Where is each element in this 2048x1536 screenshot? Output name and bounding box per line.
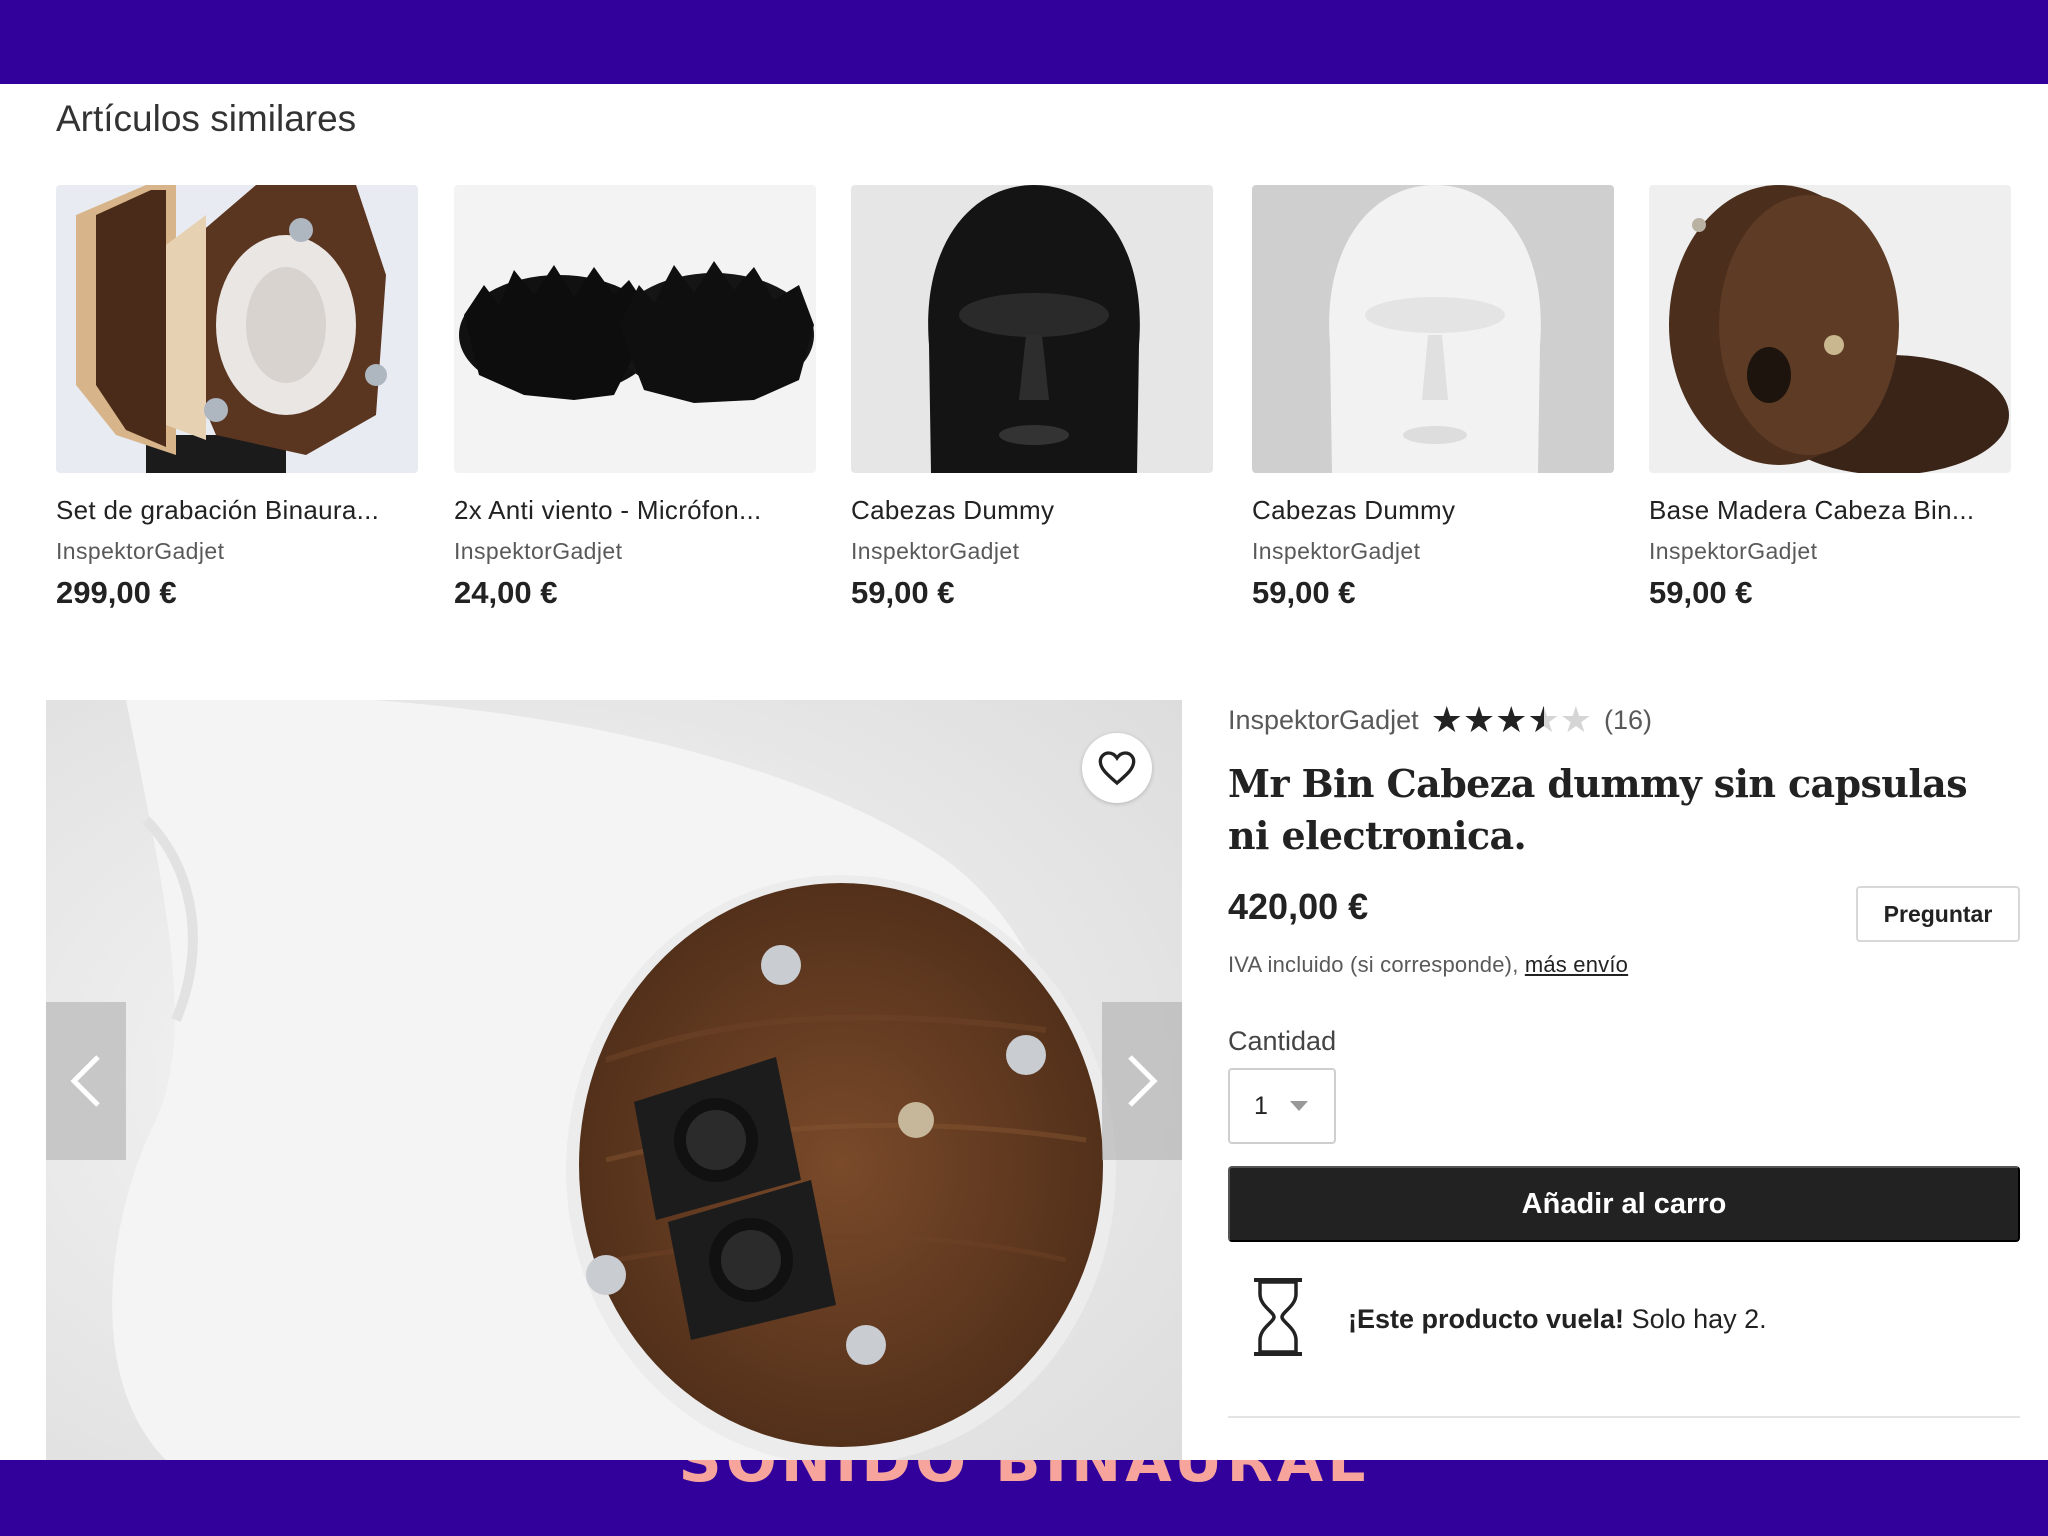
similar-item-price: 59,00 € <box>1252 575 1356 610</box>
vat-text: IVA incluido (si corresponde), <box>1228 952 1519 977</box>
product-shop-line: InspektorGadjet ★ ★ ★ ★ ★ (16) <box>1228 699 1652 740</box>
empty-star-icon: ★ <box>1559 699 1593 740</box>
similar-item-image[interactable] <box>851 185 1213 473</box>
stock-notice-bold: ¡Este producto vuela! <box>1348 1304 1625 1334</box>
star-icon: ★ <box>1430 699 1463 740</box>
product-title: Mr Bin Cabeza dummy sin capsulas ni elec… <box>1228 761 1968 858</box>
half-star-icon: ★ <box>1527 702 1559 739</box>
top-band <box>0 0 2048 84</box>
similar-item-price: 59,00 € <box>1649 575 1753 610</box>
favorite-button[interactable] <box>1082 733 1152 803</box>
quantity-select[interactable]: 1 <box>1228 1068 1336 1144</box>
star-icon: ★ <box>1462 699 1496 740</box>
stock-notice-text: Solo hay 2. <box>1631 1304 1767 1334</box>
quantity-value: 1 <box>1254 1091 1268 1120</box>
similar-item-card[interactable]: Cabezas Dummy InspektorGadjet 59,00 € <box>851 185 1213 611</box>
review-count[interactable]: (16) <box>1604 705 1652 736</box>
similar-item-shop: InspektorGadjet <box>454 538 623 564</box>
product-price: 420,00 € <box>1228 886 1369 927</box>
similar-item-image[interactable] <box>56 185 418 473</box>
similar-item-shop: InspektorGadjet <box>1649 538 1818 564</box>
rating-stars[interactable]: ★ ★ ★ ★ ★ <box>1430 699 1593 740</box>
similar-item-shop: InspektorGadjet <box>56 538 225 564</box>
add-to-cart-button[interactable]: Añadir al carro <box>1228 1166 2020 1242</box>
similar-item-price: 299,00 € <box>56 575 177 610</box>
similar-item-card[interactable]: 2x Anti viento - Micrófon... InspektorGa… <box>454 185 816 611</box>
similar-item-image[interactable] <box>454 185 816 473</box>
product-main-image[interactable] <box>46 700 1182 1460</box>
similar-item-card[interactable]: Base Madera Cabeza Bin... InspektorGadje… <box>1649 185 2011 611</box>
next-image-button[interactable] <box>1102 1002 1182 1160</box>
similar-item-title[interactable]: Base Madera Cabeza Bin... <box>1649 495 2011 526</box>
similar-item-title[interactable]: 2x Anti viento - Micrófon... <box>454 495 816 526</box>
similar-item-title[interactable]: Cabezas Dummy <box>1252 495 1614 526</box>
similar-item-image[interactable] <box>1649 185 2011 473</box>
star-icon: ★ <box>1495 699 1528 740</box>
chevron-left-icon <box>70 1055 100 1107</box>
shipping-link[interactable]: más envío <box>1525 952 1628 977</box>
quantity-label: Cantidad <box>1228 1026 1337 1056</box>
similar-item-card[interactable]: Set de grabación Binaura... InspektorGad… <box>56 185 418 611</box>
section-divider <box>1228 1416 2020 1418</box>
similar-item-image[interactable] <box>1252 185 1614 473</box>
heart-icon <box>1098 751 1136 786</box>
hourglass-icon <box>1254 1278 1302 1356</box>
similar-item-shop: InspektorGadjet <box>851 538 1020 564</box>
banner-caption: SONIDO BINAURAL <box>678 1460 1370 1496</box>
stock-notice: ¡Este producto vuela! Solo hay 2. <box>1348 1304 1767 1335</box>
ask-seller-button[interactable]: Preguntar <box>1856 886 2020 942</box>
bottom-band: SONIDO BINAURAL <box>0 1460 2048 1536</box>
similar-item-price: 24,00 € <box>454 575 558 610</box>
similar-item-title[interactable]: Set de grabación Binaura... <box>56 495 418 526</box>
similar-item-title[interactable]: Cabezas Dummy <box>851 495 1213 526</box>
shop-name-link[interactable]: InspektorGadjet <box>1228 705 1419 736</box>
similar-items-heading: Artículos similares <box>56 98 357 139</box>
similar-item-shop: InspektorGadjet <box>1252 538 1421 564</box>
caret-down-icon <box>1289 1101 1308 1111</box>
previous-image-button[interactable] <box>46 1002 126 1160</box>
similar-item-card[interactable]: Cabezas Dummy InspektorGadjet 59,00 € <box>1252 185 1614 611</box>
similar-item-price: 59,00 € <box>851 575 955 610</box>
vat-note: IVA incluido (si corresponde), más envío <box>1228 952 1628 978</box>
chevron-right-icon <box>1128 1055 1158 1107</box>
